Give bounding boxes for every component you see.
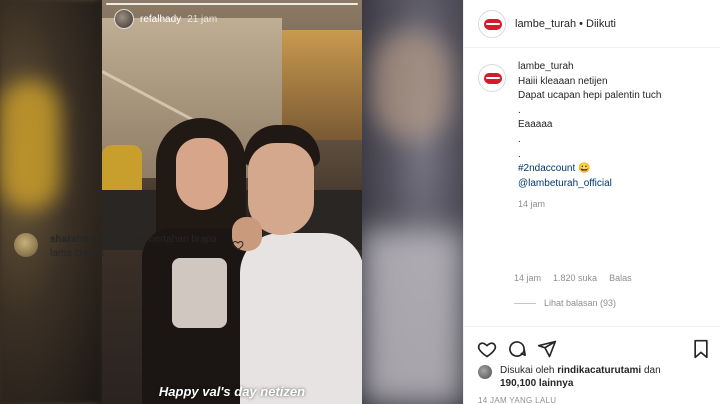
comment-icon[interactable] bbox=[507, 339, 527, 359]
comment-likes[interactable]: 1.820 suka bbox=[553, 273, 597, 283]
divider bbox=[514, 302, 536, 304]
caption-line: . bbox=[518, 104, 521, 116]
likes-summary: Disukai oleh rindikacaturutami dan 190,1… bbox=[478, 364, 661, 390]
follow-status[interactable]: Diikuti bbox=[586, 18, 616, 30]
post-time: 14 JAM YANG LALU bbox=[478, 396, 557, 404]
mention-link[interactable]: @lambeturah_official bbox=[518, 177, 661, 192]
likes-others[interactable]: 190,100 lainnya bbox=[500, 378, 573, 389]
caption-line: Haiii kleaaan netijen bbox=[518, 75, 608, 87]
caption-time: 14 jam bbox=[518, 199, 546, 210]
share-icon[interactable] bbox=[537, 339, 557, 359]
reply-button[interactable]: Balas bbox=[609, 273, 632, 283]
hashtag-link[interactable]: #2ndaccount 😀 bbox=[518, 162, 661, 177]
heart-icon[interactable] bbox=[232, 239, 244, 251]
action-bar bbox=[463, 326, 720, 366]
comment-meta: 14 jam 1.820 suka Balas bbox=[514, 273, 632, 283]
story-time: 21 jam bbox=[187, 13, 218, 25]
post-media[interactable] bbox=[0, 0, 463, 404]
caption-line: . bbox=[518, 133, 521, 145]
comments-section: lambe_turah Haiii kleaaan netijen Dapat … bbox=[464, 60, 720, 212]
blurred-background-right bbox=[362, 0, 463, 404]
separator-dot: • bbox=[579, 17, 584, 30]
story-header: refalhady 21 jam bbox=[114, 9, 217, 29]
story-photo bbox=[102, 0, 362, 404]
lips-logo-icon bbox=[484, 18, 502, 30]
story-avatar bbox=[114, 9, 134, 29]
view-replies-button[interactable]: Lihat balasan (93) bbox=[514, 298, 616, 308]
caption-line: Dapat ucapan hepi palentin tuch bbox=[518, 90, 662, 102]
person-man bbox=[232, 125, 362, 404]
avatar[interactable] bbox=[14, 233, 38, 257]
likes-prefix: Disukai oleh bbox=[500, 365, 555, 376]
view-replies-label: Lihat balasan (93) bbox=[544, 298, 617, 308]
likes-conj: dan bbox=[643, 365, 661, 376]
heart-icon[interactable] bbox=[477, 339, 497, 359]
post-username[interactable]: lambe_turah bbox=[515, 18, 576, 30]
caption-username[interactable]: lambe_turah bbox=[518, 60, 661, 75]
avatar[interactable] bbox=[478, 9, 506, 38]
comment-username[interactable]: sharahhotie bbox=[50, 234, 107, 245]
caption-line: Eaaaaa bbox=[518, 119, 553, 131]
caption-line: . bbox=[518, 148, 521, 160]
avatar[interactable] bbox=[478, 64, 506, 92]
lips-logo-icon bbox=[484, 73, 502, 84]
story-progress-bar bbox=[106, 3, 358, 5]
post-caption: lambe_turah Haiii kleaaan netijen Dapat … bbox=[464, 60, 720, 212]
comment-time: 14 jam bbox=[514, 273, 542, 283]
comment-item: sharahhotie kita lihat bertahan brapa la… bbox=[14, 233, 244, 261]
avatar[interactable] bbox=[478, 365, 492, 379]
blurred-background-left bbox=[0, 0, 102, 404]
story-username: refalhady bbox=[140, 13, 182, 25]
post-header: lambe_turah • Diikuti bbox=[464, 0, 720, 48]
likes-user[interactable]: rindikacaturutami bbox=[557, 365, 641, 376]
story-caption: Happy val's day netizen bbox=[158, 384, 306, 399]
bookmark-icon[interactable] bbox=[691, 339, 711, 359]
